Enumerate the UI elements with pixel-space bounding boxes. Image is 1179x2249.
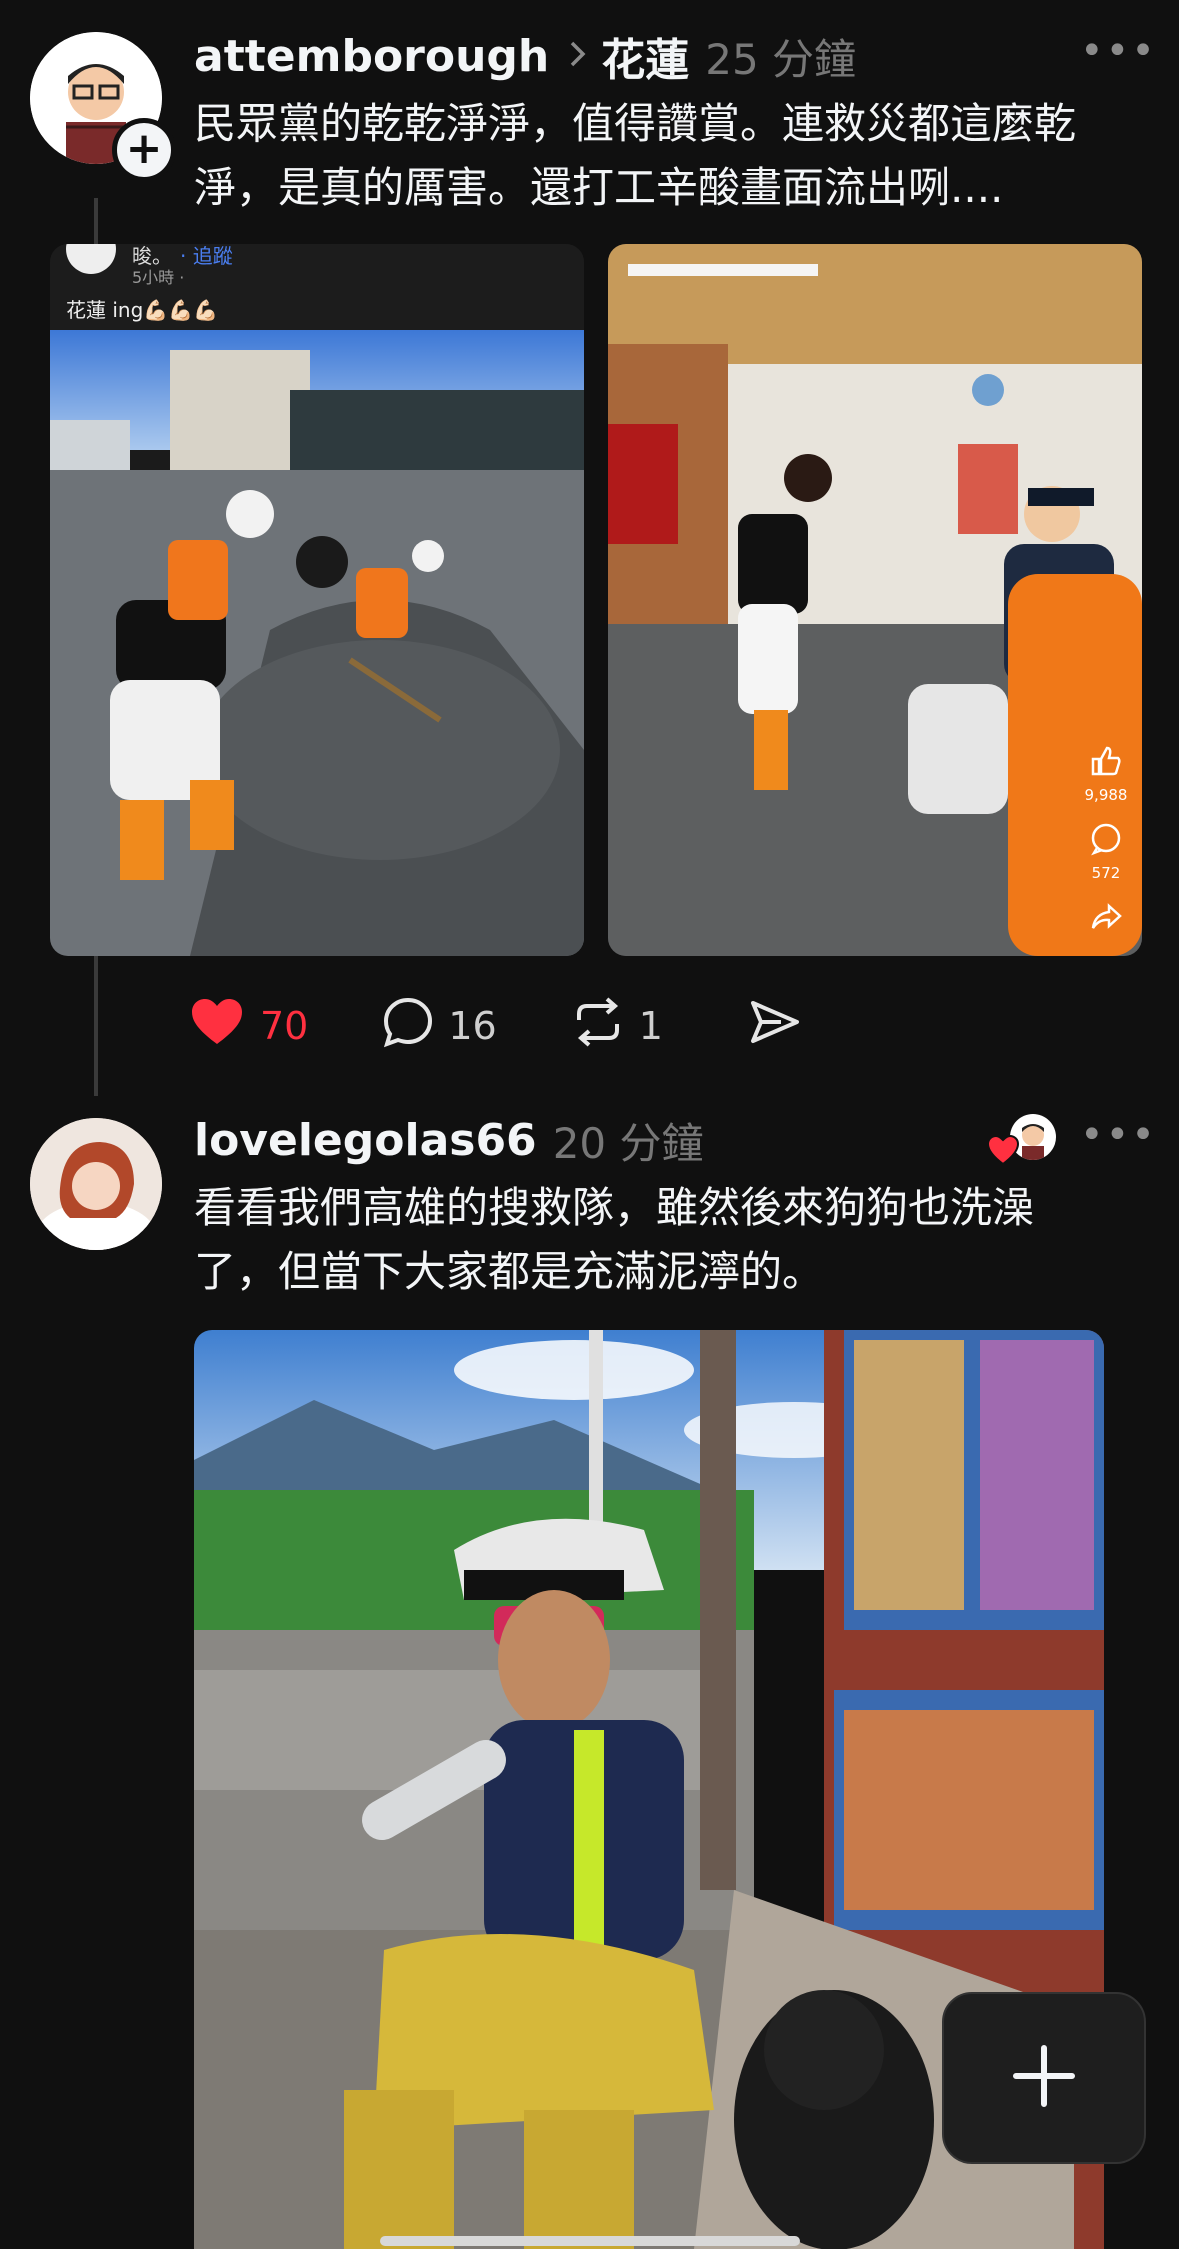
topic-tag[interactable]: 花蓮 — [601, 24, 689, 88]
timestamp: 25 分鐘 — [705, 34, 857, 84]
photo-indoor-cleanup — [608, 244, 1142, 956]
reply-button[interactable]: 16 — [382, 996, 497, 1057]
follow-plus-icon[interactable]: + — [112, 118, 176, 182]
repost-count: 1 — [638, 1004, 663, 1048]
like-count: 70 — [260, 1004, 309, 1048]
embedded-follow: · 追蹤 — [180, 244, 233, 268]
avatar[interactable] — [30, 1118, 162, 1250]
photo-flood-cleanup — [50, 330, 584, 956]
repost-icon — [571, 996, 625, 1057]
post-text-line: 淨，是真的厲害。還打工辛酸畫面流出咧.... — [194, 163, 1004, 212]
timestamp: 20 分鐘 — [552, 1118, 704, 1168]
chevron-right-icon — [569, 40, 587, 72]
more-options-icon[interactable]: ••• — [1080, 28, 1157, 74]
reel-sidebar: 9,988 572 — [1078, 744, 1134, 938]
reply-count: 16 — [448, 1004, 497, 1048]
comment-icon — [382, 996, 434, 1057]
embedded-caption: 花蓮 ing💪🏻💪🏻💪🏻 — [66, 298, 218, 322]
post-text-line: 民眾黨的乾乾淨淨，值得讚賞。連救災都這麼乾 — [194, 99, 1077, 148]
username[interactable]: attemborough — [194, 31, 549, 82]
post-text-line: 看看我們高雄的搜救隊，雖然後來狗狗也洗澡 — [194, 1183, 1035, 1232]
share-button[interactable] — [749, 998, 801, 1055]
username[interactable]: lovelegolas66 — [194, 1115, 537, 1166]
heart-filled-icon — [190, 997, 244, 1056]
comment-icon[interactable] — [1078, 822, 1134, 860]
action-bar: 70 16 1 — [190, 996, 801, 1056]
post-header: lovelegolas66 20 分鐘 — [194, 1110, 703, 1170]
reel-comments-count: 572 — [1091, 864, 1121, 882]
home-indicator[interactable] — [380, 2236, 800, 2246]
like-button[interactable]: 70 — [190, 997, 308, 1056]
plus-icon — [1012, 2044, 1076, 2112]
post-header: attemborough 花蓮 25 分鐘 — [194, 24, 857, 88]
heart-filled-icon — [986, 1134, 1020, 1170]
compose-button[interactable] — [942, 1992, 1146, 2164]
reel-likes-count: 9,988 — [1084, 786, 1128, 804]
send-icon — [749, 998, 801, 1055]
more-options-icon[interactable]: ••• — [1080, 1112, 1157, 1158]
post-text-line: 了，但當下大家都是充滿泥濘的。 — [194, 1247, 825, 1296]
repost-button[interactable]: 1 — [571, 996, 663, 1057]
embedded-post-header: 晙。 · 追蹤 5小時 · 花蓮 ing💪🏻💪🏻💪🏻 — [50, 244, 584, 330]
share-arrow-icon[interactable] — [1078, 900, 1134, 938]
post-text: 民眾黨的乾乾淨淨，值得讚賞。連救災都這麼乾 淨，是真的厲害。還打工辛酸畫面流出咧… — [194, 92, 1154, 220]
embedded-time: 5小時 · — [132, 268, 185, 287]
media-image-2[interactable]: 9,988 572 — [608, 244, 1142, 956]
post-text: 看看我們高雄的搜救隊，雖然後來狗狗也洗澡 了，但當下大家都是充滿泥濘的。 — [194, 1176, 1154, 1304]
media-image-1[interactable]: 晙。 · 追蹤 5小時 · 花蓮 ing💪🏻💪🏻💪🏻 — [50, 244, 584, 956]
thumbs-up-icon[interactable] — [1078, 744, 1134, 782]
embedded-avatar — [66, 244, 116, 274]
